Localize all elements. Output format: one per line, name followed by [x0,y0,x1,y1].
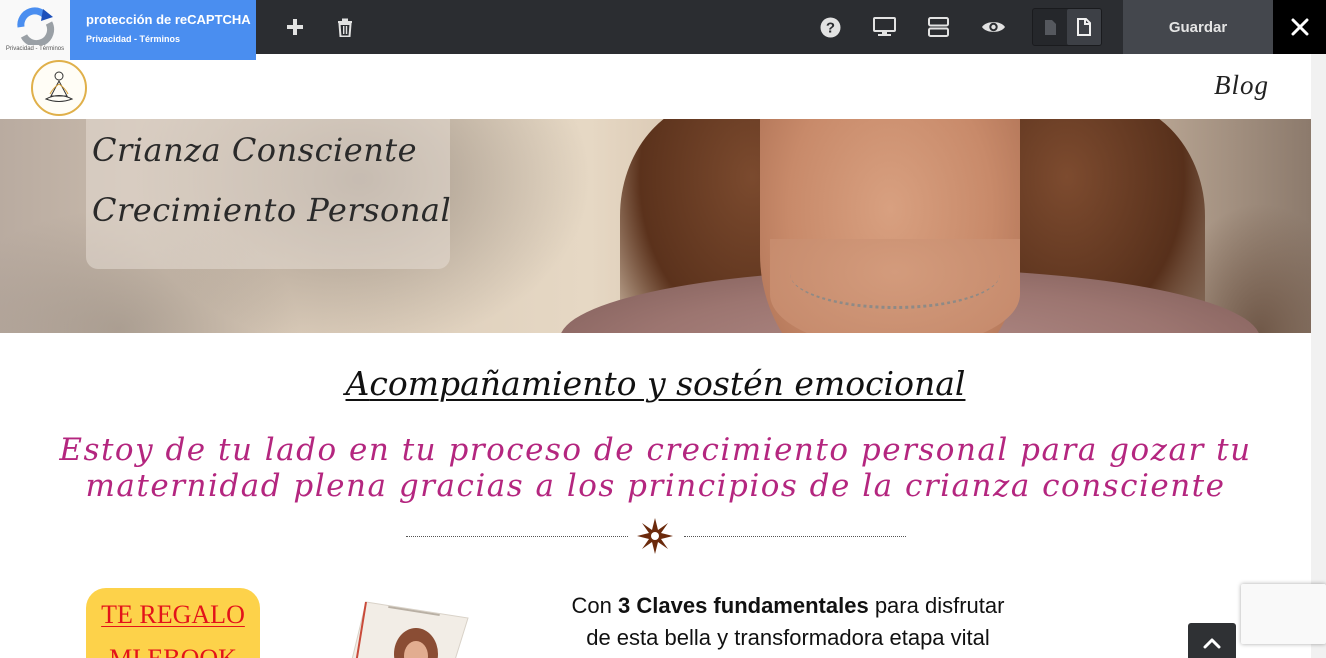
page-outline-icon [1044,19,1056,35]
gift-line1[interactable]: TE REGALO [86,600,260,630]
plus-icon [287,19,303,35]
claves-line2: de esta bella y transformadora etapa vit… [586,625,990,650]
star-ornament-icon [637,518,673,554]
recaptcha-small-links[interactable]: Privacidad - Términos [4,46,66,52]
site-logo[interactable] [31,60,87,116]
desktop-icon [872,17,896,36]
close-icon [1291,18,1308,36]
save-button[interactable]: Guardar [1123,0,1273,54]
ebook-cover-image[interactable] [318,596,470,658]
tagline-line1: Estoy de tu lado en tu proceso de crecim… [59,432,1252,468]
page-view-toggle [1032,8,1102,46]
tagline-line2: maternidad plena gracias a los principio… [85,468,1226,504]
page-filled-icon [1077,18,1091,36]
recaptcha-title: protección de reCAPTCHA [86,12,251,27]
hero-title-line1: Crianza Consciente [92,131,418,169]
svg-text:?: ? [825,19,834,36]
section-heading: Acompañamiento y sostén emocional [0,364,1311,403]
recaptcha-badge [1241,584,1326,644]
eye-icon [981,22,1005,32]
ebook-gift-badge[interactable]: TE REGALO MI EBOOK [86,588,260,658]
nav-link-blog[interactable]: Blog [1214,70,1269,101]
claves-post: para disfrutar [868,593,1005,618]
layout-icon [927,17,949,37]
preview-button[interactable] [974,0,1012,54]
claves-bold: 3 Claves fundamentales [618,593,869,618]
help-icon: ? [820,17,840,37]
section-heading-initial: A [345,364,370,403]
divider-line-right [684,536,906,537]
recaptcha-widget: Privacidad - Términos protección de reCA… [0,0,256,60]
page-scrollbar[interactable] [1311,54,1326,658]
delete-button[interactable] [328,0,362,54]
add-block-button[interactable] [278,0,312,54]
page-view-filled-button[interactable] [1067,9,1101,45]
scroll-to-top-button[interactable] [1188,623,1236,658]
recaptcha-logo: Privacidad - Términos [0,0,70,60]
page-view-outline-button[interactable] [1033,9,1067,45]
section-heading-rest: compañamiento y sostén emocional [369,364,966,403]
trash-icon [338,18,352,37]
desktop-view-button[interactable] [866,0,902,54]
gift-line2[interactable]: MI EBOOK [86,644,260,658]
claves-pre: Con [571,593,619,618]
hero-photo-necklace [790,239,1000,309]
meditation-figure-icon [44,71,74,102]
close-button[interactable] [1273,0,1326,54]
hero-title-line2: Crecimiento Personal [92,191,452,229]
divider-line-left [406,536,628,537]
layout-button[interactable] [920,0,956,54]
recaptcha-icon [17,7,55,45]
claves-line1: Con 3 Claves fundamentales para disfruta… [500,593,1076,619]
chevron-up-icon [1203,638,1221,649]
help-button[interactable]: ? [813,0,847,54]
recaptcha-links[interactable]: Privacidad - Términos [86,34,180,44]
page: ? Guardar Privacidad - Términos protecci… [0,0,1326,658]
